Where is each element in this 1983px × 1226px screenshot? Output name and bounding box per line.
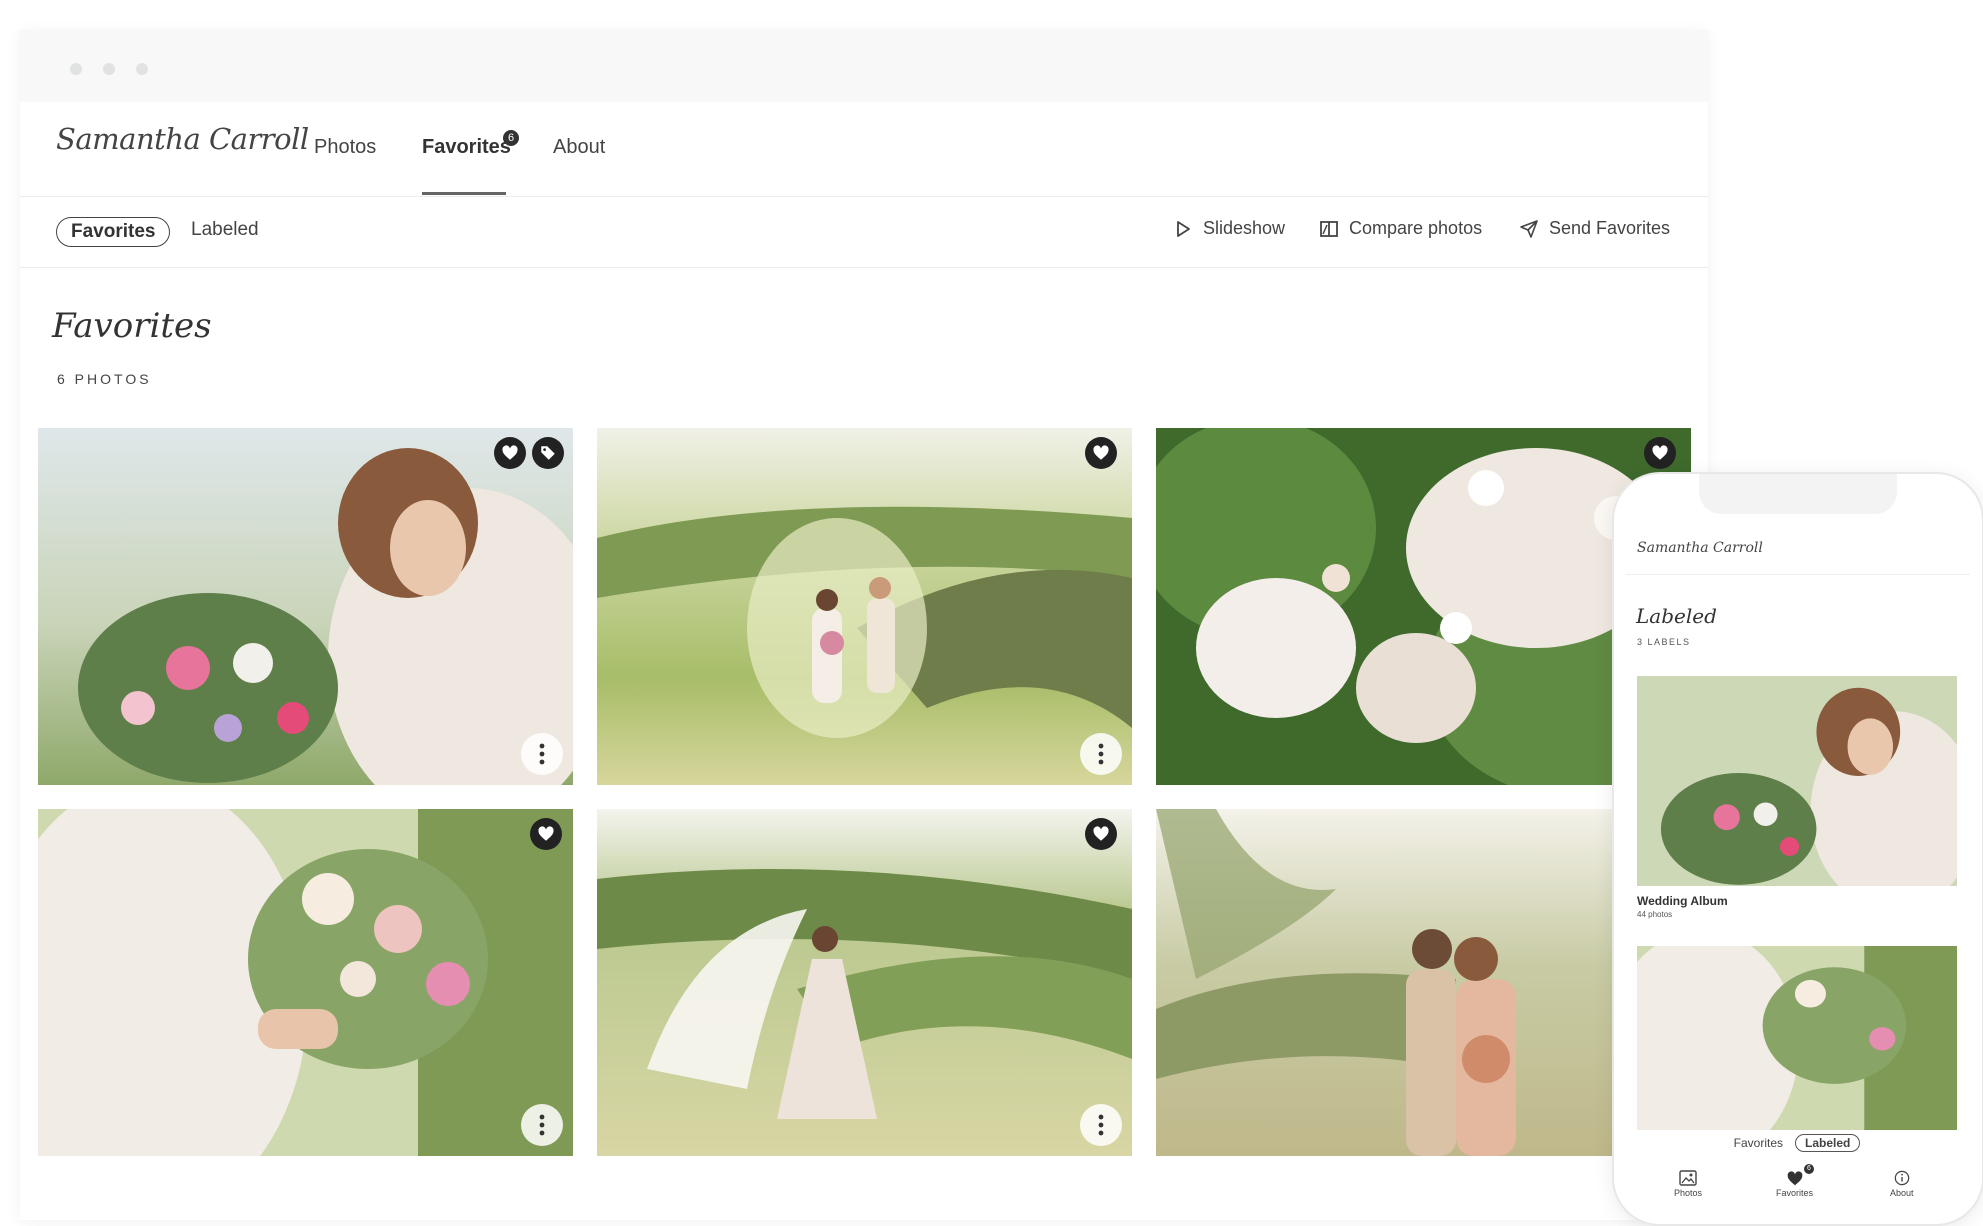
photo-image <box>38 428 573 785</box>
more-vertical-icon <box>539 743 545 765</box>
info-icon <box>1894 1170 1910 1186</box>
mobile-label-count: 3 LABELS <box>1637 637 1691 647</box>
mobile-album-count: 44 photos <box>1637 910 1673 919</box>
favorite-heart-button[interactable] <box>1085 437 1117 469</box>
more-options-button[interactable] <box>521 733 563 775</box>
slideshow-button[interactable]: Slideshow <box>1173 218 1285 239</box>
photo-white-blossoms[interactable] <box>1156 428 1691 785</box>
favorites-count-badge: 6 <box>503 130 519 146</box>
more-vertical-icon <box>1098 1114 1104 1136</box>
send-favorites-label: Send Favorites <box>1549 218 1671 238</box>
compare-photos-button[interactable]: Compare photos <box>1319 218 1482 239</box>
slideshow-label: Slideshow <box>1203 218 1286 238</box>
sub-toolbar: Favorites Labeled Slideshow Compare phot… <box>20 197 1708 268</box>
mobile-nav-photos[interactable]: Photos <box>1674 1170 1702 1198</box>
tab-photos[interactable]: Photos <box>314 136 376 159</box>
photo-image <box>1156 428 1691 785</box>
image-icon <box>1679 1170 1697 1186</box>
more-options-button[interactable] <box>521 1104 563 1146</box>
page-title: Favorites <box>52 306 212 346</box>
brand-signature-logo[interactable]: Samantha Carroll <box>56 122 309 156</box>
mobile-preview: Samantha Carroll Labeled 3 LABELS Weddin… <box>1612 472 1983 1226</box>
mobile-page-title: Labeled <box>1636 604 1717 628</box>
more-options-button[interactable] <box>1080 733 1122 775</box>
filter-labeled[interactable]: Labeled <box>191 219 259 241</box>
favorite-heart-button[interactable] <box>1085 818 1117 850</box>
filter-favorites[interactable]: Favorites <box>56 217 171 247</box>
favorite-heart-button[interactable] <box>1644 437 1676 469</box>
photo-bouquet-closeup[interactable] <box>38 809 573 1156</box>
more-vertical-icon <box>1098 743 1104 765</box>
mobile-nav-favorites[interactable]: Favorites <box>1776 1170 1813 1198</box>
heart-icon <box>1652 445 1668 460</box>
photo-image <box>38 809 573 1156</box>
label-tag-button[interactable] <box>532 437 564 469</box>
phone-notch <box>1699 474 1897 514</box>
play-icon <box>1177 220 1190 237</box>
send-icon <box>1520 219 1538 238</box>
mobile-album-name: Wedding Album <box>1637 894 1728 908</box>
window-dot-close[interactable] <box>70 63 82 75</box>
mobile-filter-labeled[interactable]: Labeled <box>1795 1134 1861 1152</box>
photo-image <box>597 428 1132 785</box>
photo-couple-in-hills[interactable] <box>597 428 1132 785</box>
compare-icon <box>1320 220 1338 237</box>
heart-icon <box>1093 826 1109 841</box>
window-titlebar <box>20 30 1708 102</box>
heart-icon <box>502 445 518 460</box>
mobile-nav-about-label: About <box>1890 1188 1914 1198</box>
photo-couple-kissing[interactable] <box>1156 809 1616 1156</box>
compare-photos-label: Compare photos <box>1349 218 1483 238</box>
heart-icon <box>1787 1171 1802 1186</box>
tab-about[interactable]: About <box>553 136 605 159</box>
tag-icon <box>541 446 555 460</box>
more-options-button[interactable] <box>1080 1104 1122 1146</box>
favorite-heart-button[interactable] <box>494 437 526 469</box>
mobile-nav-photos-label: Photos <box>1674 1188 1703 1198</box>
more-vertical-icon <box>539 1114 545 1136</box>
photo-bride-with-veil[interactable] <box>597 809 1132 1156</box>
photo-image <box>597 809 1132 1156</box>
mobile-bottom-nav: Photos Favorites 6 About <box>1614 1160 1982 1224</box>
send-favorites-button[interactable]: Send Favorites <box>1519 218 1670 239</box>
mobile-brand-signature[interactable]: Samantha Carroll <box>1637 540 1763 556</box>
favorite-heart-button[interactable] <box>530 818 562 850</box>
mobile-nav-about[interactable]: About <box>1890 1170 1914 1198</box>
mobile-nav-favorites-label: Favorites <box>1776 1188 1814 1198</box>
mobile-header-divider <box>1626 574 1970 575</box>
album-cover-image <box>1637 946 1957 1130</box>
photo-count: 6 PHOTOS <box>57 371 152 387</box>
photo-bride-with-bouquet[interactable] <box>38 428 573 785</box>
window-dot-maximize[interactable] <box>136 63 148 75</box>
mobile-filter-favorites[interactable]: Favorites <box>1734 1136 1783 1150</box>
album-cover-image <box>1637 676 1957 886</box>
heart-icon <box>1093 445 1109 460</box>
mobile-filter-tabs: Favorites Labeled <box>1637 1130 1957 1156</box>
active-tab-underline <box>422 192 506 195</box>
top-nav: Samantha Carroll Photos Favorites 6 Abou… <box>20 102 1708 197</box>
photo-image <box>1156 809 1616 1156</box>
heart-icon <box>538 826 554 841</box>
mobile-album-cover-second[interactable] <box>1637 946 1957 1130</box>
tab-favorites[interactable]: Favorites <box>422 136 511 159</box>
window-dot-minimize[interactable] <box>103 63 115 75</box>
mobile-album-cover-wedding[interactable] <box>1637 676 1957 886</box>
mobile-favorites-badge: 6 <box>1804 1164 1814 1174</box>
